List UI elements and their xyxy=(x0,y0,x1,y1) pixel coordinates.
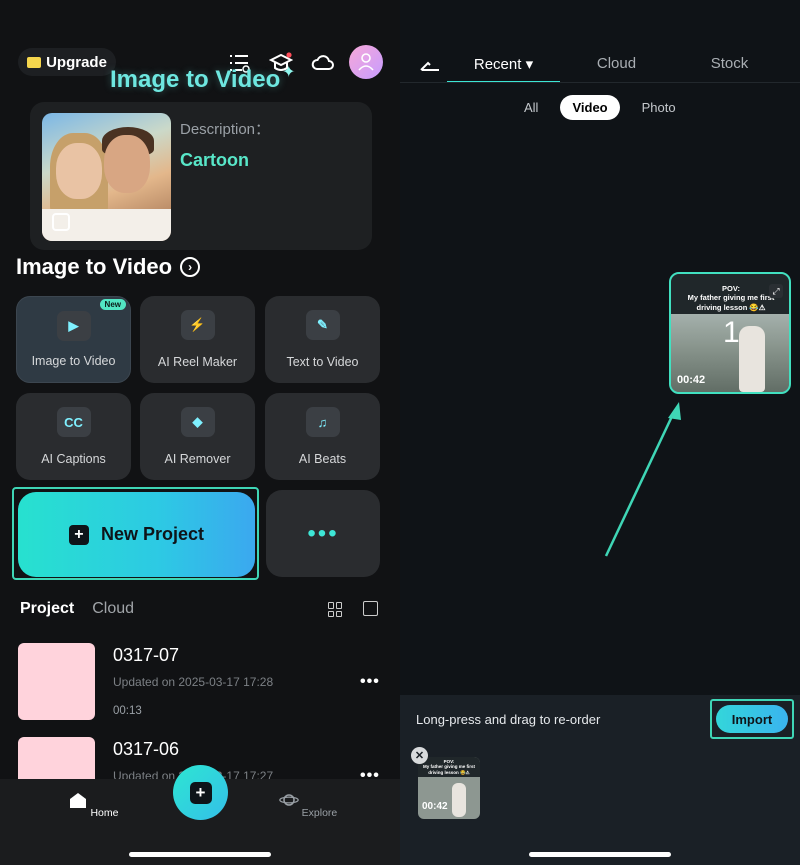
import-button[interactable]: Import xyxy=(716,705,788,733)
tab-project[interactable]: Project xyxy=(20,600,74,618)
divider xyxy=(400,82,800,83)
home-indicator xyxy=(529,852,671,857)
chevron-right-circle-icon: › xyxy=(180,257,201,277)
project-name: 0317-07 xyxy=(113,645,180,665)
tool-label: Image to Video xyxy=(31,354,116,368)
import-highlight: Import xyxy=(710,699,794,739)
upgrade-button[interactable]: Upgrade xyxy=(18,48,116,76)
home-indicator xyxy=(129,852,271,857)
media-filters: All Video Photo xyxy=(512,95,688,120)
project-item[interactable]: 0317-07 Updated on 2025-03-17 17:28 00:1… xyxy=(18,643,388,723)
media-duration: 00:42 xyxy=(677,374,706,386)
image-video-icon: ▶ xyxy=(56,311,91,341)
selection-number: 1 xyxy=(723,316,740,349)
tool-text-to-video[interactable]: ✎ Text to Video xyxy=(265,296,380,383)
tool-ai-reel-maker[interactable]: ⚡ AI Reel Maker xyxy=(140,296,255,383)
filter-all[interactable]: All xyxy=(512,95,550,120)
text-video-icon: ✎ xyxy=(305,310,340,340)
tab-stock[interactable]: Stock xyxy=(673,55,786,83)
nav-explore-label: Explore xyxy=(301,807,338,819)
filter-video[interactable]: Video xyxy=(560,95,620,120)
upgrade-label: Upgrade xyxy=(46,53,107,71)
remove-clip-icon[interactable]: ✕ xyxy=(411,747,428,764)
beats-icon: ♫ xyxy=(305,407,340,437)
filter-photo[interactable]: Photo xyxy=(630,95,688,120)
project-more-button[interactable]: ••• xyxy=(360,673,380,691)
selected-clip[interactable]: POV: My father giving me first driving l… xyxy=(418,757,480,819)
promo-title: Image to Video xyxy=(110,66,281,93)
tab-cloud[interactable]: Cloud xyxy=(560,55,673,83)
nav-home-label: Home xyxy=(90,807,119,819)
section-title-text: Image to Video xyxy=(16,254,173,279)
promo-card[interactable]: Description： Cartoon xyxy=(30,102,372,250)
plus-icon: + xyxy=(68,524,89,545)
reel-bolt-icon: ⚡ xyxy=(180,310,215,340)
project-thumbnail xyxy=(18,643,95,720)
selected-duration: 00:42 xyxy=(422,801,448,812)
expand-icon[interactable]: ⤢ xyxy=(769,284,783,298)
tool-ai-remover[interactable]: ◆ AI Remover xyxy=(140,393,255,480)
tool-label: Text to Video xyxy=(286,355,359,369)
plus-icon: + xyxy=(189,781,212,804)
tool-ai-beats[interactable]: ♫ AI Beats xyxy=(265,393,380,480)
tool-ai-captions[interactable]: CC AI Captions xyxy=(16,393,131,480)
import-panel: Long-press and drag to re-order Import P… xyxy=(400,695,800,865)
new-project-highlight: + New Project xyxy=(12,487,259,580)
sparkle-icon: ✦ xyxy=(282,64,296,81)
avatar[interactable] xyxy=(349,45,383,79)
captions-icon: CC xyxy=(56,407,91,437)
planet-icon xyxy=(278,794,299,806)
grid-view-icon[interactable] xyxy=(328,602,343,617)
tool-label: AI Captions xyxy=(41,452,106,466)
nav-explore[interactable]: Explore xyxy=(278,791,338,819)
tool-image-to-video[interactable]: New ▶ Image to Video xyxy=(16,296,131,383)
collapse-icon[interactable] xyxy=(420,60,440,72)
project-updated: Updated on 2025-03-17 17:28 xyxy=(113,675,274,689)
project-name: 0317-06 xyxy=(113,739,180,759)
nav-home[interactable]: Home xyxy=(63,791,123,819)
reorder-hint: Long-press and drag to re-order xyxy=(416,712,601,727)
tool-label: AI Remover xyxy=(164,452,231,466)
create-button[interactable]: + xyxy=(173,765,228,820)
import-screen: Recent ▾ Cloud Stock All Video Photo POV… xyxy=(400,0,800,865)
tool-label: AI Reel Maker xyxy=(157,355,238,369)
edit-icon[interactable] xyxy=(363,601,378,616)
promo-photo xyxy=(42,113,171,241)
source-tabs: Recent ▾ Cloud Stock xyxy=(447,55,787,83)
caret-down-icon: ▾ xyxy=(525,56,534,73)
new-badge: New xyxy=(99,299,126,310)
description-value: Cartoon xyxy=(180,150,249,170)
tab-cloud[interactable]: Cloud xyxy=(92,600,134,618)
user-icon xyxy=(358,53,374,71)
new-project-label: New Project xyxy=(100,524,205,544)
home-screen: Upgrade Image to Video ✦ Description： Ca… xyxy=(0,0,400,865)
more-tools-button[interactable]: ••• xyxy=(266,490,380,577)
section-title[interactable]: Image to Video › xyxy=(16,254,201,280)
eraser-icon: ◆ xyxy=(180,407,215,437)
tool-label: AI Beats xyxy=(298,452,347,466)
project-duration: 00:13 xyxy=(113,705,142,717)
image-add-icon xyxy=(52,213,70,231)
tab-recent[interactable]: Recent ▾ xyxy=(447,55,560,83)
home-icon xyxy=(69,793,86,808)
cloud-icon[interactable] xyxy=(310,50,336,76)
crown-icon xyxy=(27,56,42,68)
new-project-button[interactable]: + New Project xyxy=(18,492,255,577)
project-tabs: Project Cloud xyxy=(20,600,134,618)
selected-caption: POV: My father giving me first driving l… xyxy=(422,759,475,775)
media-tile[interactable]: POV: My father giving me first driving l… xyxy=(669,272,791,394)
description-label: Description： xyxy=(180,121,271,138)
